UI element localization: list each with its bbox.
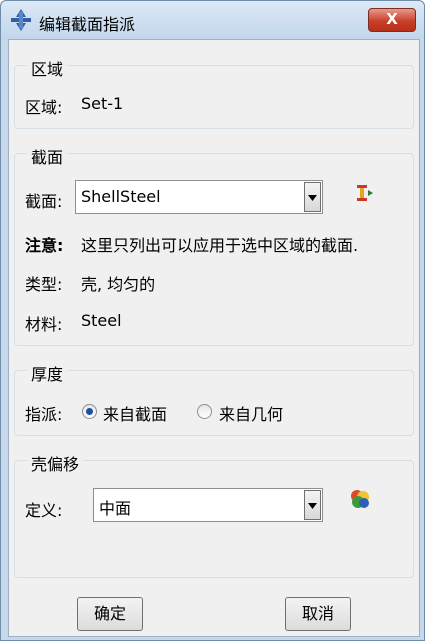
- window-title: 编辑截面指派: [39, 15, 136, 34]
- chevron-down-icon: [308, 503, 317, 509]
- cancel-button[interactable]: 取消: [285, 597, 351, 631]
- thickness-group: 厚度 指派: 来自截面 来自几何: [14, 361, 414, 436]
- shell-offset-group: 壳偏移 定义: 中面: [14, 451, 414, 578]
- dialog-window: 编辑截面指派 X 区域 区域: Set-1 截面 截面: ShellSteel: [0, 0, 425, 641]
- definition-label: 定义:: [25, 501, 63, 520]
- type-label: 类型:: [25, 275, 63, 294]
- region-label: 区域:: [25, 98, 63, 117]
- note-label: 注意:: [25, 236, 64, 255]
- app-logo-icon: [11, 9, 31, 31]
- close-button[interactable]: X: [368, 8, 416, 32]
- section-dropdown-button[interactable]: [304, 182, 321, 212]
- section-manager-icon[interactable]: [351, 182, 375, 206]
- section-select-value: ShellSteel: [81, 187, 161, 206]
- from-geometry-radio[interactable]: [197, 404, 212, 419]
- dialog-body: 区域 区域: Set-1 截面 截面: ShellSteel 注意: 这里只列出…: [8, 39, 420, 637]
- region-group: 区域 区域: Set-1: [14, 56, 414, 129]
- material-value: Steel: [81, 311, 122, 330]
- region-legend: 区域: [27, 56, 68, 80]
- thickness-legend: 厚度: [27, 361, 68, 385]
- chevron-down-icon: [308, 195, 317, 201]
- section-label: 截面:: [25, 192, 63, 211]
- definition-select[interactable]: 中面: [93, 488, 323, 522]
- offset-color-icon[interactable]: [348, 487, 372, 511]
- type-value: 壳, 均匀的: [81, 275, 156, 294]
- shell-offset-legend: 壳偏移: [27, 451, 84, 475]
- section-legend: 截面: [27, 144, 68, 168]
- section-group: 截面 截面: ShellSteel 注意: 这里只列出可以应用于选中区域的截面.…: [14, 144, 414, 346]
- from-section-label[interactable]: 来自截面: [103, 401, 167, 425]
- ok-button[interactable]: 确定: [77, 597, 143, 631]
- assign-label: 指派:: [25, 405, 63, 424]
- note-text: 这里只列出可以应用于选中区域的截面.: [81, 236, 359, 255]
- region-value: Set-1: [81, 94, 124, 113]
- definition-dropdown-button[interactable]: [304, 490, 321, 520]
- from-geometry-label[interactable]: 来自几何: [219, 401, 283, 425]
- material-label: 材料:: [25, 315, 63, 334]
- from-section-radio[interactable]: [82, 404, 97, 419]
- title-bar[interactable]: 编辑截面指派 X: [1, 1, 424, 39]
- section-select[interactable]: ShellSteel: [75, 180, 323, 214]
- definition-select-value: 中面: [99, 499, 132, 518]
